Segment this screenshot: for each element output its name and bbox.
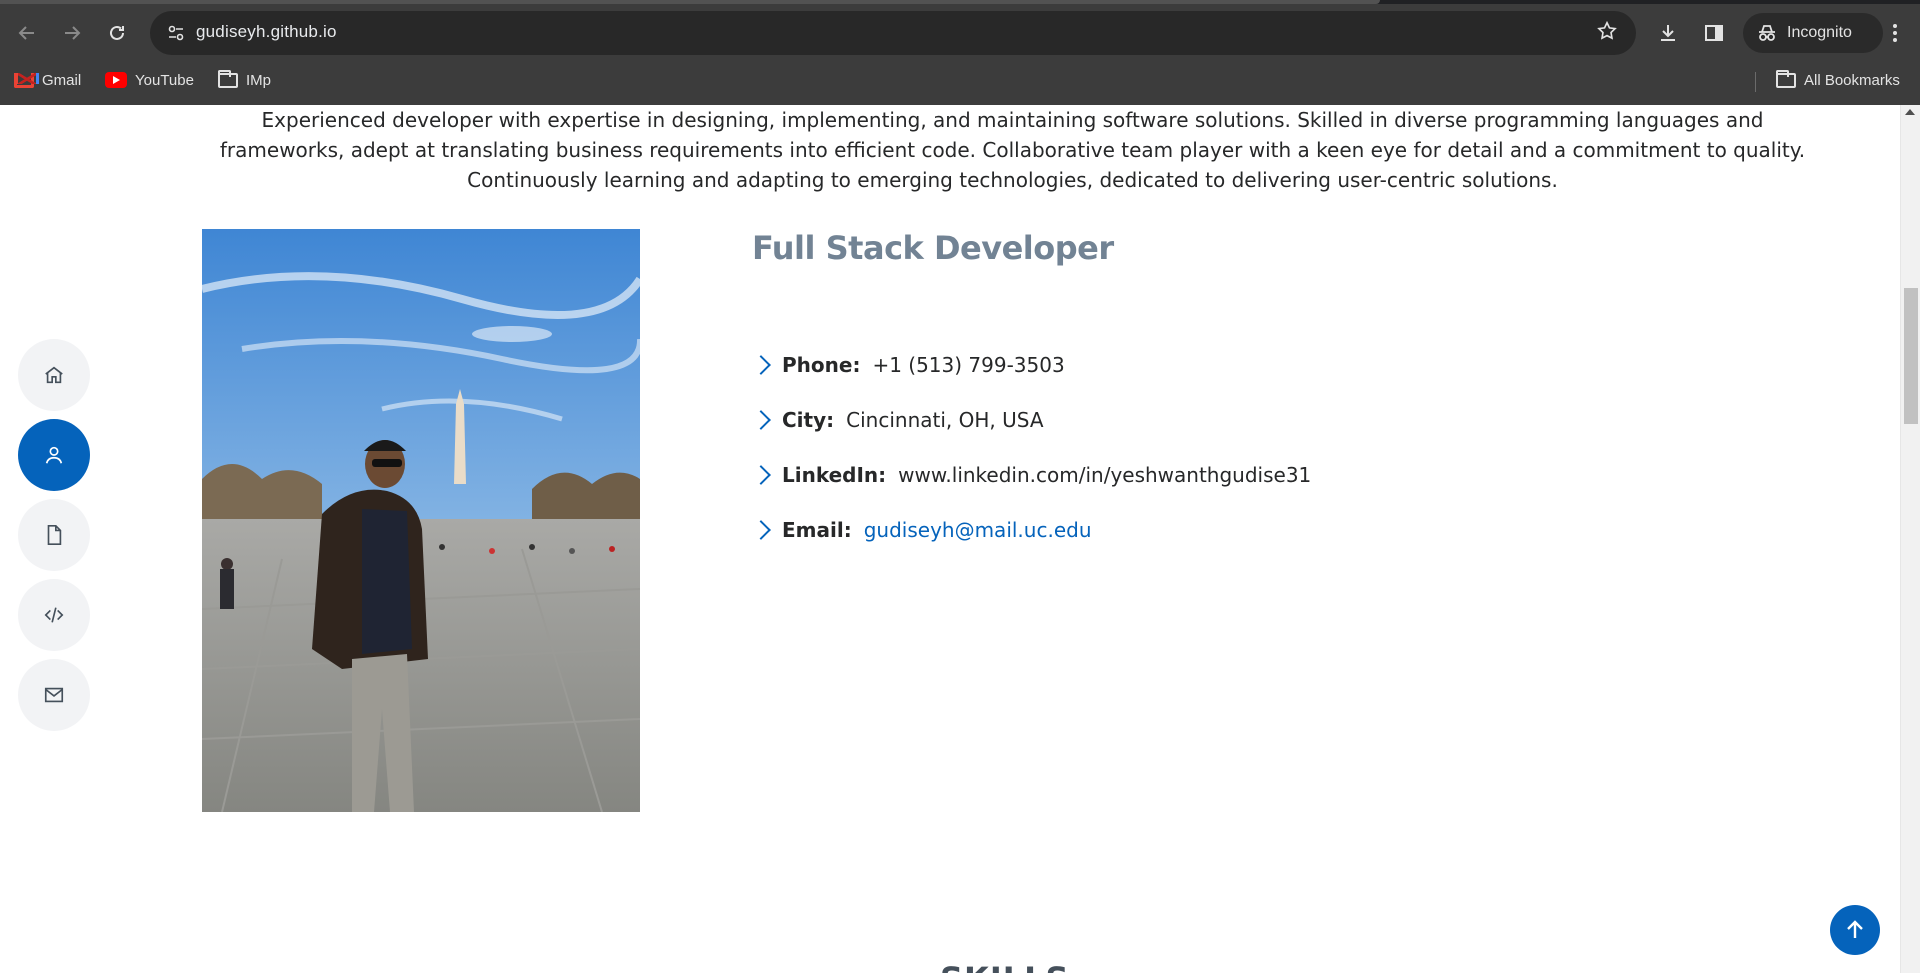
page-scrollbar[interactable] — [1900, 105, 1920, 973]
nav-about-button[interactable] — [18, 419, 90, 491]
bookmark-youtube[interactable]: YouTube — [105, 68, 194, 92]
browser-menu-button[interactable] — [1880, 11, 1910, 55]
bookmarks-bar: Gmail YouTube IMp All Bookmarks — [0, 64, 1920, 96]
detail-label: LinkedIn: — [782, 462, 887, 487]
profile-photo-illustration — [202, 229, 640, 812]
url-text[interactable]: gudiseyh.github.io — [196, 22, 337, 42]
reload-icon — [110, 25, 124, 40]
site-settings-icon[interactable] — [164, 21, 188, 45]
scroll-thumb[interactable] — [1904, 288, 1918, 424]
bookmark-gmail[interactable]: Gmail — [14, 68, 81, 92]
detail-email: Email: gudiseyh@mail.uc.edu — [751, 502, 1311, 557]
menu-dot — [1893, 31, 1897, 35]
browser-toolbar: gudiseyh.github.io Incognito — [0, 11, 1920, 55]
envelope-icon — [44, 687, 64, 703]
chevron-right-icon — [751, 519, 771, 540]
detail-value: www.linkedin.com/in/yeshwanthgudise31 — [898, 462, 1312, 487]
menu-dot — [1893, 24, 1897, 28]
nav-projects-button[interactable] — [18, 579, 90, 651]
contact-details-list: Phone: +1 (513) 799-3503 City: Cincinnat… — [751, 337, 1312, 557]
detail-city: City: Cincinnati, OH, USA — [751, 392, 1311, 447]
incognito-badge[interactable]: Incognito — [1743, 13, 1883, 53]
side-navigation — [18, 339, 90, 739]
side-panel-button[interactable] — [1696, 11, 1732, 55]
folder-icon — [1776, 69, 1796, 88]
bookmark-label: IMp — [246, 71, 272, 89]
scroll-up-arrow[interactable] — [1905, 109, 1915, 115]
active-tab-edge[interactable] — [0, 0, 1380, 4]
role-title: Full Stack Developer — [752, 229, 1114, 267]
all-bookmarks-label: All Bookmarks — [1804, 71, 1900, 89]
detail-value: Cincinnati, OH, USA — [846, 407, 1044, 432]
file-icon — [47, 525, 62, 545]
detail-value: +1 (513) 799-3503 — [872, 352, 1065, 377]
arrow-left-icon — [18, 26, 34, 40]
arrow-up-icon — [1847, 920, 1863, 938]
skills-section-heading: SKILLS — [940, 960, 1070, 973]
bookmark-label: YouTube — [135, 71, 194, 89]
nav-resume-button[interactable] — [18, 499, 90, 571]
back-button[interactable] — [10, 11, 44, 55]
person-icon — [45, 446, 63, 464]
gmail-icon — [14, 72, 34, 88]
profile-photo — [202, 229, 640, 812]
detail-label: Phone: — [782, 352, 861, 377]
folder-icon — [218, 69, 238, 88]
detail-phone: Phone: +1 (513) 799-3503 — [751, 337, 1311, 392]
browser-chrome: gudiseyh.github.io Incognito Gmail YouTu… — [0, 0, 1920, 105]
email-link[interactable]: gudiseyh@mail.uc.edu — [864, 518, 1092, 542]
all-bookmarks-button[interactable]: All Bookmarks — [1776, 68, 1900, 92]
forward-button[interactable] — [55, 11, 89, 55]
detail-label: Email: — [782, 517, 852, 542]
bookmarks-divider — [1755, 72, 1756, 92]
arrow-right-icon — [65, 26, 81, 40]
youtube-icon — [105, 72, 127, 88]
incognito-label: Incognito — [1787, 24, 1852, 41]
chevron-right-icon — [751, 354, 771, 375]
nav-contact-button[interactable] — [18, 659, 90, 731]
menu-dot — [1893, 38, 1897, 42]
reload-button[interactable] — [100, 11, 134, 55]
page-viewport: Experienced developer with expertise in … — [0, 105, 1920, 973]
side-panel-icon — [1705, 25, 1723, 41]
download-icon — [1661, 25, 1675, 41]
about-summary: Experienced developer with expertise in … — [219, 108, 1806, 192]
back-to-top-button[interactable] — [1830, 905, 1880, 955]
home-icon — [45, 366, 63, 384]
chevron-right-icon — [751, 464, 771, 485]
detail-linkedin: LinkedIn: www.linkedin.com/in/yeshwanthg… — [751, 447, 1312, 502]
bookmark-star-icon[interactable] — [1596, 20, 1618, 48]
address-bar[interactable]: gudiseyh.github.io — [150, 11, 1636, 55]
code-icon — [44, 607, 64, 623]
bookmark-label: Gmail — [42, 71, 82, 89]
nav-home-button[interactable] — [18, 339, 90, 411]
chevron-right-icon — [751, 409, 771, 430]
download-button[interactable] — [1650, 11, 1686, 55]
detail-label: City: — [782, 407, 835, 432]
incognito-icon — [1759, 25, 1775, 41]
bookmark-imp[interactable]: IMp — [218, 68, 271, 92]
